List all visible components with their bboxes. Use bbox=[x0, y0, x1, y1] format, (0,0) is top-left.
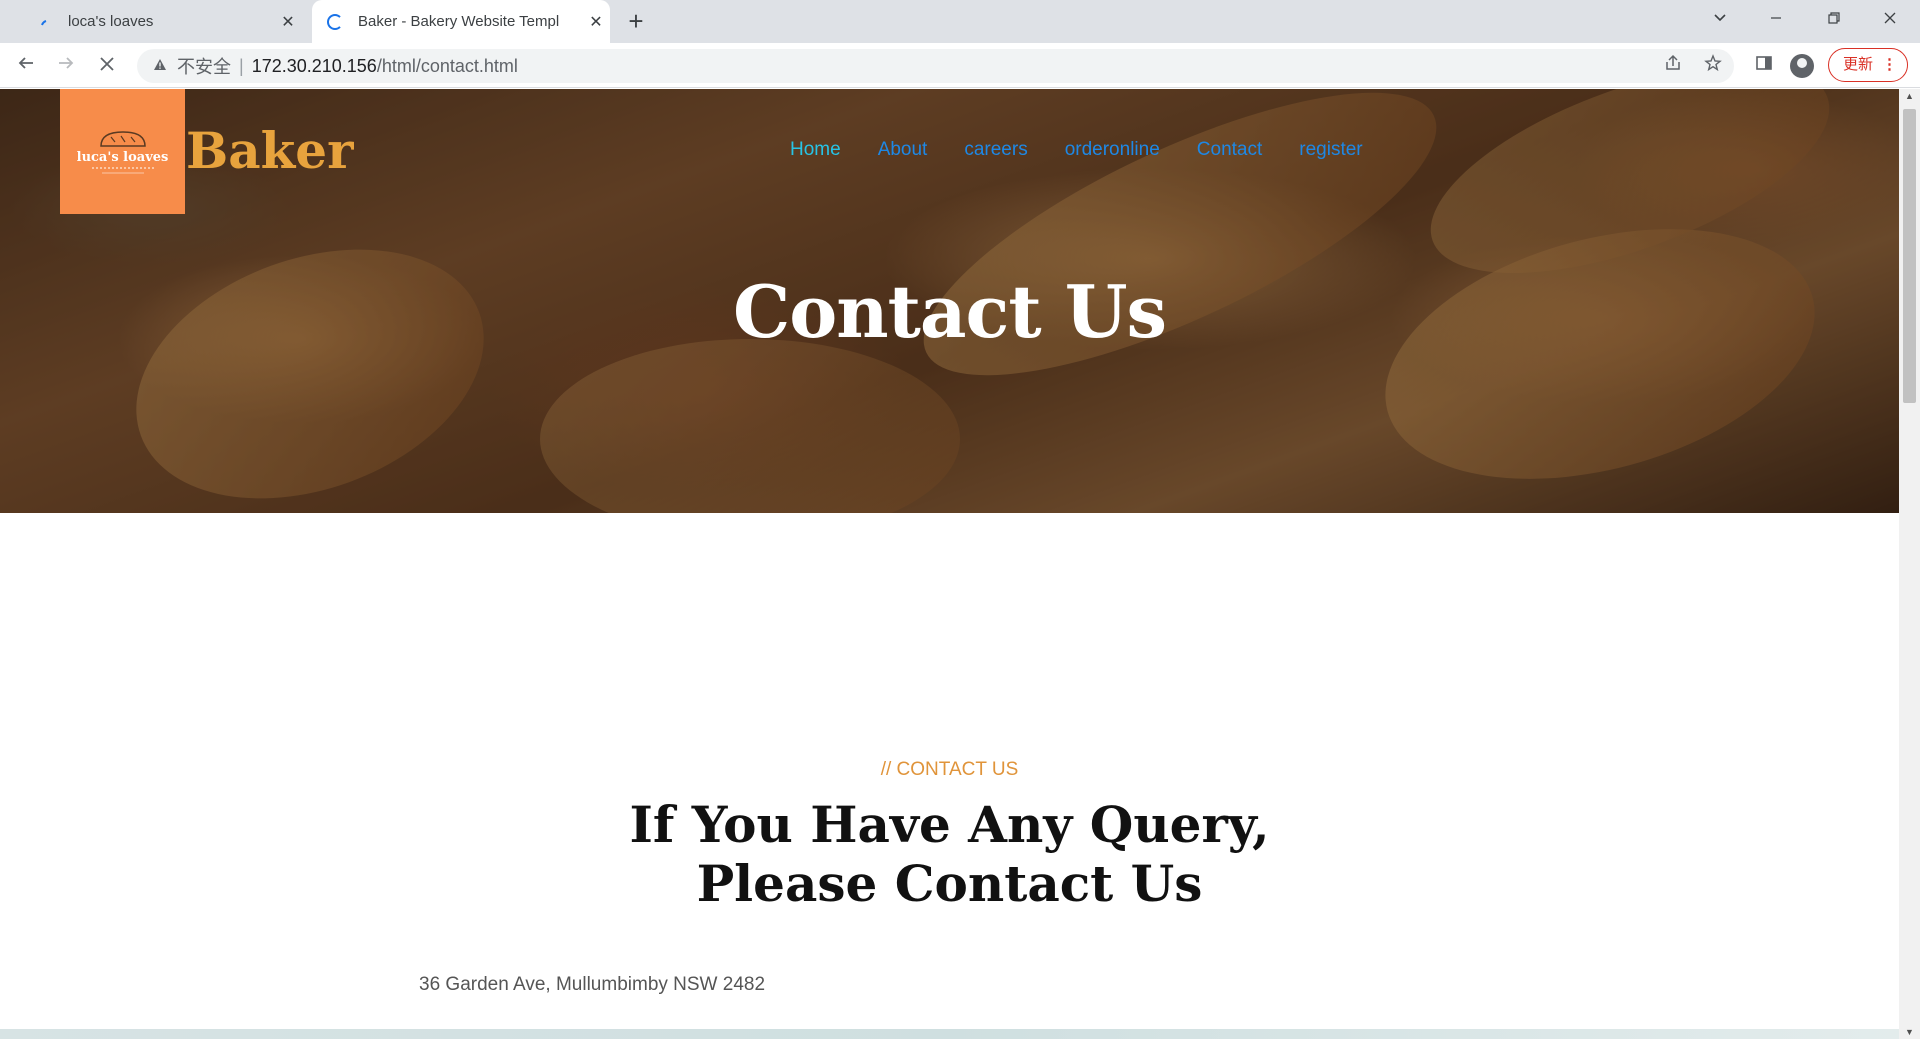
share-icon[interactable] bbox=[1657, 50, 1689, 82]
stop-icon[interactable] bbox=[91, 50, 123, 82]
back-icon[interactable] bbox=[10, 50, 42, 82]
tab-title: Baker - Bakery Website Templ bbox=[358, 13, 560, 30]
security-label: 不安全 bbox=[177, 57, 231, 77]
nav-about[interactable]: About bbox=[878, 139, 928, 161]
page-scrollbar[interactable]: ▲ ▼ bbox=[1899, 89, 1920, 1039]
address-bar[interactable]: 不安全 | 172.30.210.156/html/contact.html bbox=[137, 49, 1734, 83]
next-section-edge bbox=[0, 1029, 1899, 1039]
warning-icon bbox=[151, 58, 169, 74]
url-path: /html/contact.html bbox=[376, 55, 518, 76]
tab-title: loca's loaves bbox=[68, 13, 154, 30]
forward-icon[interactable] bbox=[50, 50, 82, 82]
nav-orderonline[interactable]: orderonline bbox=[1065, 139, 1160, 161]
menu-dots-icon: ⋮ bbox=[1882, 56, 1897, 73]
hero-banner: luca's loaves Baker Home About careers o… bbox=[0, 89, 1899, 513]
restore-icon[interactable] bbox=[1806, 0, 1862, 38]
profile-icon[interactable] bbox=[1790, 54, 1814, 78]
hero-title: Contact Us bbox=[732, 269, 1167, 354]
star-icon[interactable] bbox=[1697, 50, 1729, 82]
browser-toolbar: 不安全 | 172.30.210.156/html/contact.html 更… bbox=[0, 43, 1920, 88]
logo-text: luca's loaves bbox=[76, 150, 169, 165]
omnibox-separator: | bbox=[239, 55, 244, 76]
section-kicker: // CONTACT US bbox=[880, 759, 1019, 780]
logo-mark: luca's loaves bbox=[73, 117, 173, 187]
tab-search-chevron-down-icon[interactable] bbox=[1692, 0, 1748, 38]
tab-close-icon[interactable]: ✕ bbox=[274, 12, 302, 32]
scroll-down-icon[interactable]: ▼ bbox=[1899, 1027, 1920, 1037]
nav-contact[interactable]: Contact bbox=[1197, 139, 1262, 161]
bread-icon bbox=[99, 131, 146, 147]
tab-strip: loca's loaves ✕ Baker - Bakery Website T… bbox=[0, 0, 1920, 43]
heading-line-1: If You Have Any Query, bbox=[629, 795, 1270, 854]
update-button[interactable]: 更新 ⋮ bbox=[1828, 48, 1908, 82]
sidepanel-icon[interactable] bbox=[1748, 50, 1780, 82]
new-tab-button[interactable]: + bbox=[620, 6, 652, 38]
scroll-up-icon[interactable]: ▲ bbox=[1899, 91, 1920, 101]
site-logo[interactable]: luca's loaves bbox=[60, 89, 185, 214]
minimize-icon[interactable] bbox=[1748, 0, 1804, 38]
main-nav: Home About careers orderonline Contact r… bbox=[790, 139, 1400, 161]
tab-close-icon[interactable]: ✕ bbox=[582, 12, 610, 32]
update-label: 更新 bbox=[1843, 56, 1874, 73]
loading-spinner-icon bbox=[326, 13, 344, 31]
page-viewport: luca's loaves Baker Home About careers o… bbox=[0, 89, 1899, 1039]
scrollbar-thumb[interactable] bbox=[1903, 109, 1916, 403]
brand-name[interactable]: Baker bbox=[186, 121, 353, 180]
contact-address: 36 Garden Ave, Mullumbimby NSW 2482 bbox=[419, 974, 766, 995]
tab-locas-loaves[interactable]: loca's loaves ✕ bbox=[22, 0, 302, 43]
loading-favicon-icon bbox=[36, 13, 54, 31]
section-heading: If You Have Any Query, Please Contact Us bbox=[0, 795, 1899, 913]
tab-baker[interactable]: Baker - Bakery Website Templ ✕ bbox=[312, 0, 610, 43]
heading-line-2: Please Contact Us bbox=[696, 854, 1203, 913]
url-host: 172.30.210.156 bbox=[251, 55, 377, 76]
close-icon[interactable] bbox=[1862, 0, 1918, 38]
nav-home[interactable]: Home bbox=[790, 139, 841, 161]
nav-careers[interactable]: careers bbox=[964, 139, 1027, 161]
nav-register[interactable]: register bbox=[1299, 139, 1362, 161]
